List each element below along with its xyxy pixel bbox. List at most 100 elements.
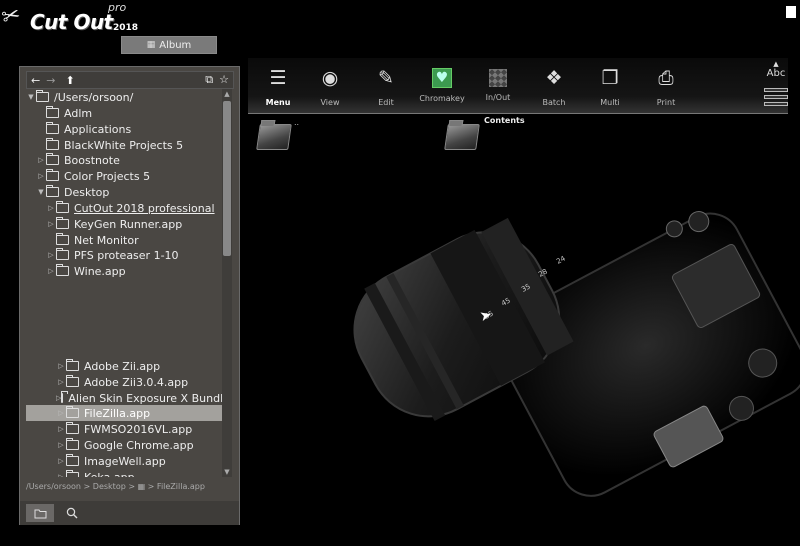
back-arrow-icon[interactable]: ← [31, 74, 40, 87]
collapsed-triangle-icon[interactable]: ▷ [46, 204, 56, 212]
folder-icon [56, 201, 69, 213]
search-icon [66, 507, 78, 519]
contents-folder-icon[interactable] [444, 124, 480, 150]
tree-item[interactable]: ▷ Alien Skin Exposure X Bundle [26, 390, 224, 406]
tree-item[interactable]: ▷ CutOut 2018 professional [26, 200, 224, 216]
tree-item-label: FWMSO2016VL.app [84, 422, 193, 436]
collapsed-triangle-icon[interactable]: ▷ [36, 156, 46, 164]
collapsed-triangle-icon[interactable]: ▷ [56, 378, 66, 386]
list-view-icon[interactable] [764, 88, 788, 110]
tree-item-label: KeyGen Runner.app [74, 217, 183, 231]
tree-scrollbar[interactable]: ▲ ▼ [222, 89, 232, 477]
sort-abc-button[interactable]: ▲ Abc [764, 60, 788, 79]
stack-icon: ❖ [545, 67, 563, 89]
tree-item-label: ImageWell.app [84, 454, 166, 468]
folder-icon [36, 90, 49, 102]
tree-item[interactable]: Applications [26, 121, 224, 137]
collapsed-triangle-icon[interactable]: ▷ [56, 425, 66, 433]
tree-item[interactable]: ▷ FileZilla.app [26, 405, 224, 421]
collapsed-triangle-icon[interactable]: ▷ [56, 473, 66, 477]
folder-icon [56, 248, 69, 260]
tool-chromakey[interactable]: ♥ Chromakey [414, 62, 470, 112]
scroll-thumb[interactable] [223, 101, 231, 256]
collapsed-triangle-icon[interactable]: ▷ [36, 172, 46, 180]
tool-label: Menu [265, 98, 291, 107]
tree-item[interactable]: ▷ ImageWell.app [26, 453, 224, 469]
folder-icon [66, 375, 79, 387]
browser-toolbar: ← → ⬆ ⧉ ☆ [26, 71, 234, 89]
tree-item[interactable]: ▷ Boostnote [26, 152, 224, 168]
sort-abc-label: Abc [766, 68, 786, 79]
tree-item[interactable]: ▷ FWMSO2016VL.app [26, 421, 224, 437]
tree-item[interactable]: ▷ Google Chrome.app [26, 437, 224, 453]
collapsed-triangle-icon[interactable]: ▷ [46, 267, 56, 275]
folder-icon [66, 470, 79, 477]
pages-icon: ❐ [601, 67, 619, 89]
folder-icon [34, 509, 46, 518]
tool-print[interactable]: ⎙ Print [638, 62, 694, 112]
folder-icon [66, 422, 79, 434]
folder-icon [56, 264, 69, 276]
tree-item-label: Color Projects 5 [64, 169, 151, 183]
tool-batch[interactable]: ❖ Batch [526, 62, 582, 112]
scroll-up-arrow-icon[interactable]: ▲ [222, 89, 232, 99]
tree-item-label: Desktop [64, 185, 110, 199]
tool-view[interactable]: ◉ View [302, 62, 358, 112]
collapsed-triangle-icon[interactable]: ▷ [56, 441, 66, 449]
expanded-triangle-icon[interactable]: ▼ [26, 93, 36, 101]
tree-item[interactable]: Adlm [26, 105, 224, 121]
collapsed-triangle-icon[interactable]: ▷ [56, 409, 66, 417]
main-toolbar: ☰ Menu ◉ View ✎ Edit ♥ Chromakey In/Out ❖ Batch ❐ Mu… [248, 58, 788, 114]
new-folder-icon[interactable]: ⧉ [205, 73, 213, 87]
tool-label: Edit [378, 98, 394, 107]
collapsed-triangle-icon[interactable]: ▷ [56, 457, 66, 465]
collapsed-triangle-icon[interactable]: ▷ [56, 362, 66, 370]
tree-item[interactable]: BlackWhite Projects 5 [26, 137, 224, 153]
tool-edit[interactable]: ✎ Edit [358, 62, 414, 112]
contents-heading: Contents [484, 116, 525, 125]
tool-label: In/Out [485, 93, 511, 102]
tree-item[interactable]: ▼ Desktop [26, 184, 224, 200]
folder-icon [46, 122, 59, 134]
tool-menu[interactable]: ☰ Menu [250, 62, 306, 112]
folder-icon [46, 169, 59, 181]
tree-item-label: Applications [64, 122, 132, 136]
scroll-down-arrow-icon[interactable]: ▼ [222, 467, 232, 477]
logo-pro: pro [108, 1, 127, 14]
logo-name: Cut Out [30, 10, 113, 34]
folders-tab[interactable] [26, 504, 54, 522]
album-button[interactable]: ▦ Album [121, 36, 217, 54]
collapsed-triangle-icon[interactable]: ▷ [46, 251, 56, 259]
tool-label: View [320, 98, 340, 107]
tree-item[interactable]: ▼ /Users/orsoon/ [26, 89, 224, 105]
tree-item[interactable]: ▷ Wine.app [26, 263, 224, 279]
forward-arrow-icon[interactable]: → [46, 74, 55, 87]
tree-item[interactable]: ▷ KeyGen Runner.app [26, 216, 224, 232]
breadcrumb[interactable]: /Users/orsoon > Desktop > ▦ > FileZilla.… [26, 482, 205, 491]
tree-item[interactable]: ▷ Keka.app [26, 469, 224, 477]
star-icon[interactable]: ☆ [219, 73, 229, 87]
folder-icon [66, 406, 79, 418]
parent-folder-icon[interactable] [256, 124, 292, 150]
printer-icon: ⎙ [658, 67, 674, 89]
tool-inout[interactable]: In/Out [470, 62, 526, 112]
folder-icon [46, 153, 59, 165]
tool-multi[interactable]: ❐ Multi [582, 62, 638, 112]
tree-item-label: Keka.app [84, 470, 135, 478]
edit-pen-icon: ✎ [378, 67, 394, 89]
expanded-triangle-icon[interactable]: ▼ [36, 188, 46, 196]
album-button-label: Album [159, 39, 192, 51]
tree-item[interactable]: ▷ PFS proteaser 1-10 [26, 247, 224, 263]
tree-item[interactable]: Net Monitor [26, 232, 224, 248]
checker-icon [489, 69, 507, 87]
tree-item[interactable]: ▷ Adobe Zii3.0.4.app [26, 374, 224, 390]
folder-icon [56, 233, 69, 245]
search-tab[interactable] [58, 504, 86, 522]
up-folder-icon[interactable]: ⬆ [65, 74, 74, 87]
tree-item-label: Wine.app [74, 264, 126, 278]
tree-item[interactable]: ▷ Color Projects 5 [26, 168, 224, 184]
info-icon[interactable] [784, 6, 798, 36]
collapsed-triangle-icon[interactable]: ▷ [46, 220, 56, 228]
tree-item-label: FileZilla.app [84, 406, 151, 420]
tree-item[interactable]: ▷ Adobe Zii.app [26, 358, 224, 374]
